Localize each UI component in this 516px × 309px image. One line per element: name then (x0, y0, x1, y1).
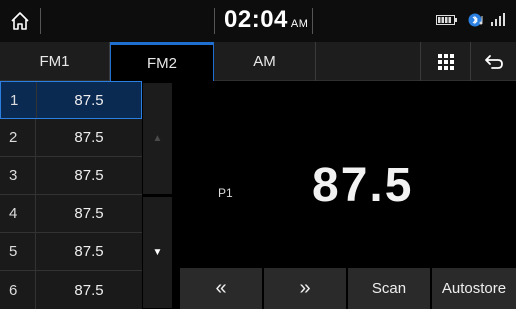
seek-back-button[interactable]: « (180, 268, 263, 309)
home-button[interactable] (2, 4, 38, 38)
tab-fm1[interactable]: FM1 (0, 42, 110, 81)
home-icon (11, 12, 29, 30)
tab-fm2[interactable]: FM2 (110, 42, 214, 81)
scan-button[interactable]: Scan (348, 268, 431, 309)
clock-ampm: AM (290, 18, 309, 30)
divider (214, 8, 215, 34)
grid-icon (437, 53, 454, 70)
divider (40, 8, 41, 34)
grid-menu-button[interactable] (420, 42, 470, 81)
preset-item-1[interactable]: 1 87.5 (0, 81, 142, 119)
preset-frequency: 87.5 (74, 91, 104, 109)
preset-number: 3 (0, 157, 36, 194)
preset-item-3[interactable]: 3 87.5 (0, 157, 142, 195)
current-frequency: 87.5 (312, 159, 414, 212)
tab-empty (316, 42, 420, 81)
seek-back-icon: « (215, 277, 227, 299)
preset-item-6[interactable]: 6 87.5 (0, 271, 142, 309)
seek-forward-icon: » (299, 277, 311, 299)
back-button[interactable] (470, 42, 516, 81)
battery-icon (436, 15, 457, 25)
clock-time: 02:04 (224, 6, 288, 33)
clock: 02:04 AM (224, 6, 308, 34)
preset-number: 4 (0, 195, 36, 232)
preset-frequency: 87.5 (74, 205, 104, 222)
preset-number: 2 (0, 119, 36, 156)
preset-frequency: 87.5 (74, 167, 104, 184)
signal-icon (491, 13, 505, 26)
preset-number: 1 (1, 82, 37, 118)
preset-frequency: 87.5 (74, 281, 104, 299)
divider (312, 8, 313, 34)
seek-forward-button[interactable]: » (264, 268, 347, 309)
preset-scroll: ▲ ▼ (142, 81, 172, 309)
autostore-button[interactable]: Autostore (432, 268, 516, 309)
current-preset-label: P1 (218, 186, 233, 200)
chevron-down-icon: ▼ (152, 247, 163, 258)
status-bar: 02:04 AM (0, 0, 516, 42)
preset-item-5[interactable]: 5 87.5 (0, 233, 142, 271)
preset-frequency: 87.5 (74, 243, 104, 260)
preset-list: 1 87.5 2 87.5 3 87.5 4 87.5 5 87.5 6 87.… (0, 81, 142, 309)
back-icon (484, 54, 503, 69)
tab-am[interactable]: AM (214, 42, 316, 81)
band-tab-bar: FM1 FM2 AM (0, 42, 516, 81)
scroll-up-button[interactable]: ▲ (143, 83, 172, 194)
preset-number: 6 (0, 271, 36, 309)
scroll-down-button[interactable]: ▼ (143, 197, 172, 308)
preset-item-2[interactable]: 2 87.5 (0, 119, 142, 157)
preset-frequency: 87.5 (74, 129, 104, 146)
preset-item-4[interactable]: 4 87.5 (0, 195, 142, 233)
preset-number: 5 (0, 233, 36, 270)
bluetooth-audio-icon (468, 13, 483, 27)
chevron-up-icon: ▲ (152, 133, 163, 144)
